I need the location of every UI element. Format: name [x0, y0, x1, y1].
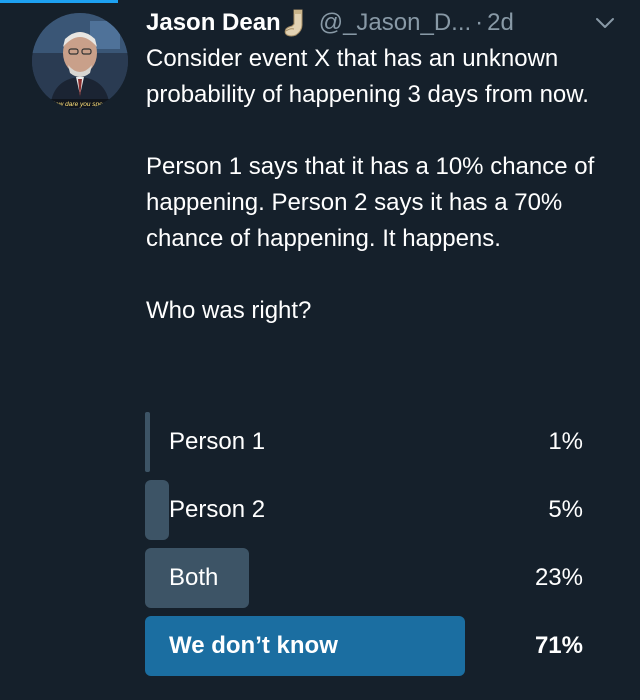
- poll-option[interactable]: Both 23%: [145, 548, 595, 608]
- author-handle[interactable]: @_Jason_D...: [319, 9, 471, 37]
- top-accent-bar: [0, 0, 118, 3]
- poll-bar: [145, 412, 150, 472]
- poll-option-label: Both: [169, 564, 219, 591]
- poll-option[interactable]: Person 2 5%: [145, 480, 595, 540]
- poll-bar: [145, 480, 169, 540]
- tweet-question: Who was right?: [146, 297, 312, 324]
- poll-option-label: Person 1: [169, 428, 266, 455]
- tweet-paragraph: Consider event X that has an unknown pro…: [146, 45, 589, 108]
- tweet-time[interactable]: 2d: [487, 9, 514, 37]
- poll-option-percent: 71%: [534, 632, 583, 659]
- poll-option-percent: 1%: [548, 428, 583, 455]
- author-display-name[interactable]: Jason Dean: [146, 9, 281, 37]
- avatar[interactable]: How dare you speak: [32, 13, 128, 109]
- poll-option-label: Person 2: [169, 496, 266, 523]
- poll: Person 1 1% Person 2 5% Both 23% We don’…: [145, 412, 595, 684]
- poll-option[interactable]: Person 1 1%: [145, 412, 595, 472]
- tweet-text: Consider event X that has an unknown pro…: [146, 41, 626, 329]
- chevron-down-icon[interactable]: [594, 12, 616, 34]
- poll-option-label: We don’t know: [169, 632, 338, 659]
- sock-icon: [283, 9, 307, 37]
- poll-option-percent: 23%: [534, 564, 583, 591]
- poll-option-percent: 5%: [548, 496, 583, 523]
- tweet-header: Jason Dean @_Jason_D... · 2d: [146, 6, 616, 40]
- avatar-image: How dare you speak: [32, 13, 128, 109]
- avatar-caption: How dare you speak: [50, 101, 110, 108]
- header-separator: ·: [475, 9, 484, 36]
- poll-option-winner[interactable]: We don’t know 71%: [145, 616, 595, 676]
- tweet-paragraph: Person 1 says that it has a 10% chance o…: [146, 153, 595, 252]
